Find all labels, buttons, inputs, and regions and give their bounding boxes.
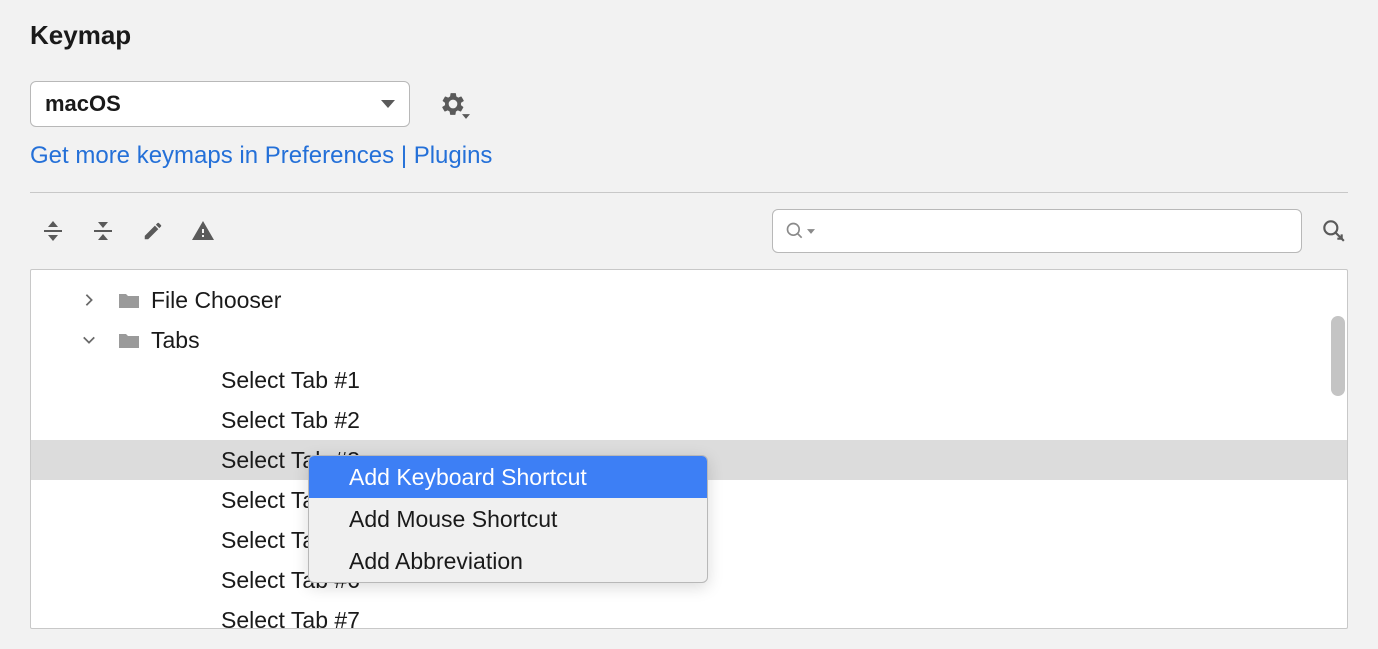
chevron-down-icon [79,335,99,345]
tree-item-tabs[interactable]: Tabs [31,320,1347,360]
context-menu-add-keyboard-shortcut[interactable]: Add Keyboard Shortcut [309,456,707,498]
keymap-dropdown[interactable]: macOS [30,81,410,127]
tree-item-file-chooser[interactable]: File Chooser [31,280,1347,320]
context-menu-item-label: Add Mouse Shortcut [349,506,557,533]
tree-item-label: Tabs [151,327,200,354]
gear-icon[interactable] [440,91,466,117]
folder-icon [117,330,141,350]
context-menu: Add Keyboard Shortcut Add Mouse Shortcut… [308,455,708,583]
search-box[interactable] [772,209,1302,253]
folder-icon [117,290,141,310]
context-menu-add-abbreviation[interactable]: Add Abbreviation [309,540,707,582]
context-menu-add-mouse-shortcut[interactable]: Add Mouse Shortcut [309,498,707,540]
expand-all-icon[interactable] [40,218,66,244]
page-title: Keymap [30,20,1348,51]
search-input[interactable] [823,220,1289,243]
find-shortcut-icon[interactable] [1320,217,1348,245]
scrollbar[interactable] [1331,316,1345,396]
tree-item-select-tab-2[interactable]: Select Tab #2 [31,400,1347,440]
tree-panel: File Chooser Tabs Select Ta [30,269,1348,629]
tree-item-label: Select Tab #7 [221,607,360,630]
tree-item-select-tab-1[interactable]: Select Tab #1 [31,360,1347,400]
warning-icon[interactable] [190,218,216,244]
collapse-all-icon[interactable] [90,218,116,244]
chevron-down-icon [381,100,395,108]
context-menu-item-label: Add Abbreviation [349,548,523,575]
tree-item-label: File Chooser [151,287,281,314]
edit-icon[interactable] [140,218,166,244]
tree-item-label: Select Tab #2 [221,407,360,434]
context-menu-item-label: Add Keyboard Shortcut [349,464,587,491]
chevron-right-icon [79,293,99,307]
keymap-dropdown-label: macOS [45,91,121,117]
tree-item-label: Select Tab #1 [221,367,360,394]
tree-item-select-tab-7[interactable]: Select Tab #7 [31,600,1347,629]
divider [30,192,1348,193]
get-keymaps-link[interactable]: Get more keymaps in Preferences | Plugin… [30,142,1348,170]
search-icon [785,221,815,241]
